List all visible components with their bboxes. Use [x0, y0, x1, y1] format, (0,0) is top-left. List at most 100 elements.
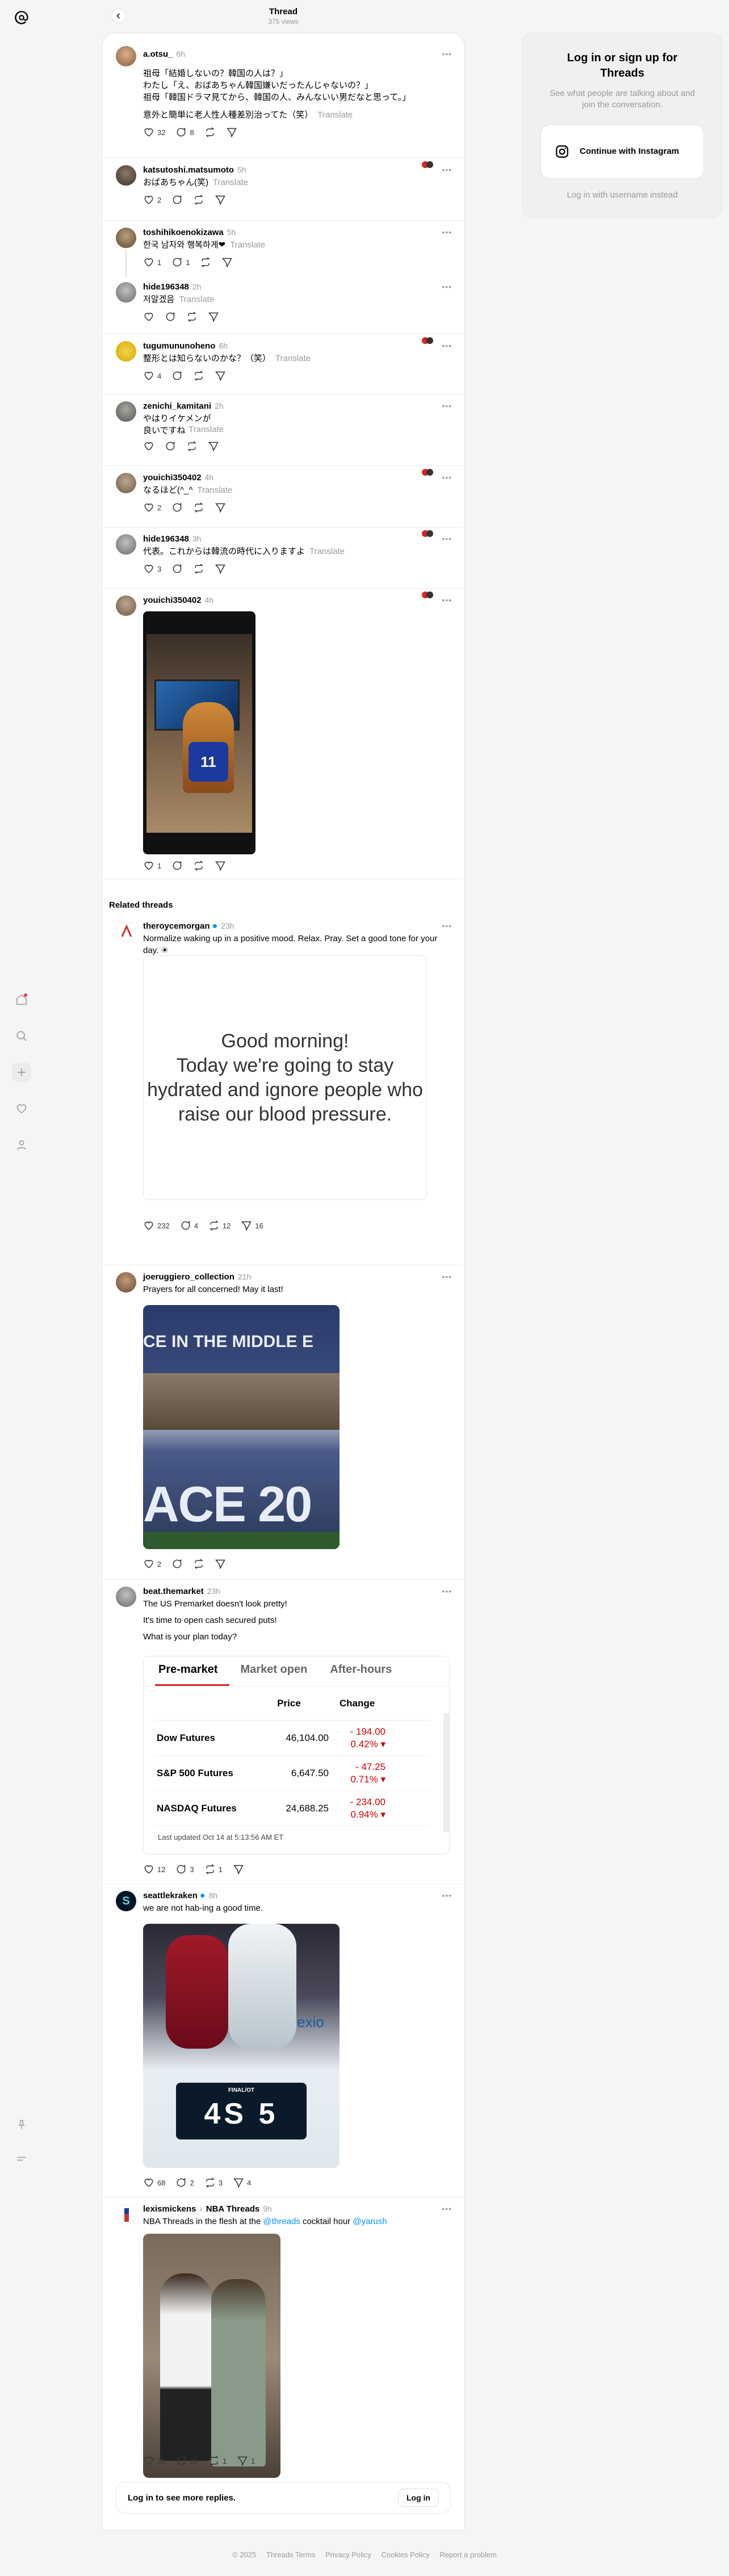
- reply-button[interactable]: 4: [180, 1220, 198, 1231]
- more-options-icon[interactable]: •••: [442, 2204, 452, 2213]
- share-button[interactable]: [215, 860, 226, 871]
- avatar[interactable]: [116, 1587, 136, 1607]
- like-button[interactable]: 4: [143, 370, 161, 381]
- share-button[interactable]: 1: [237, 2455, 255, 2466]
- translate-link[interactable]: Translate: [317, 110, 353, 120]
- username[interactable]: a.otsu_: [143, 49, 173, 59]
- repost-button[interactable]: 12: [208, 1220, 231, 1231]
- share-button[interactable]: [215, 502, 226, 513]
- video-thumbnail[interactable]: 11: [143, 611, 255, 854]
- privacy-link[interactable]: Privacy Policy: [325, 2550, 371, 2559]
- repost-button[interactable]: [186, 311, 198, 322]
- threads-logo-icon[interactable]: [12, 8, 31, 27]
- avatar[interactable]: [116, 165, 136, 186]
- username[interactable]: hide196348: [143, 282, 189, 292]
- share-button[interactable]: [208, 311, 219, 322]
- username[interactable]: joeruggiero_collection: [143, 1272, 234, 1282]
- like-button[interactable]: [143, 311, 154, 322]
- avatar[interactable]: [116, 401, 136, 422]
- avatar[interactable]: [116, 534, 136, 555]
- reply-button[interactable]: [171, 1558, 183, 1570]
- like-button[interactable]: 12: [143, 1864, 165, 1875]
- like-button[interactable]: 36: [143, 2455, 165, 2466]
- reply-button[interactable]: 2: [175, 2177, 194, 2188]
- avatar[interactable]: [116, 228, 136, 248]
- like-button[interactable]: 68: [143, 2177, 165, 2188]
- username[interactable]: tugumununoheno: [143, 341, 215, 351]
- login-button[interactable]: Log in: [398, 2489, 439, 2507]
- username[interactable]: hide196348: [143, 534, 189, 544]
- repost-button[interactable]: [193, 370, 204, 381]
- repost-button[interactable]: 3: [204, 2177, 223, 2188]
- more-options-icon[interactable]: •••: [442, 595, 452, 605]
- post-image[interactable]: Good morning! Today we're going to stay …: [143, 955, 427, 1200]
- share-button[interactable]: [215, 370, 226, 381]
- kraken-logo-icon[interactable]: S: [116, 1891, 136, 1911]
- avatar[interactable]: [116, 595, 136, 616]
- share-button[interactable]: [233, 1864, 244, 1875]
- reply-button[interactable]: [171, 194, 183, 205]
- translate-link[interactable]: Translate: [309, 547, 345, 556]
- more-options-icon[interactable]: •••: [442, 921, 452, 930]
- username[interactable]: beat.themarket: [143, 1587, 204, 1596]
- repost-button[interactable]: [193, 563, 204, 574]
- activity-heart-icon[interactable]: [12, 1099, 31, 1118]
- share-button[interactable]: [226, 127, 237, 138]
- share-button[interactable]: [215, 563, 226, 574]
- translate-link[interactable]: Translate: [179, 295, 214, 304]
- reply-button[interactable]: 1: [171, 257, 190, 268]
- username[interactable]: zenichi_kamitani: [143, 401, 211, 411]
- like-button[interactable]: 2: [143, 502, 161, 513]
- share-button[interactable]: [215, 1558, 226, 1570]
- mention-link[interactable]: @yarush: [353, 2217, 387, 2226]
- repost-button[interactable]: [204, 127, 216, 138]
- post-image[interactable]: se connexio FINAL/OT 4S 5: [143, 1924, 340, 2168]
- reply-button[interactable]: 20: [175, 2455, 198, 2466]
- reply-button[interactable]: 3: [175, 1864, 194, 1875]
- report-problem-link[interactable]: Report a problem: [439, 2550, 496, 2559]
- post-image[interactable]: CE IN THE MIDDLE E ACE 20: [143, 1305, 340, 1549]
- translate-link[interactable]: Translate: [230, 240, 265, 250]
- more-options-icon[interactable]: •••: [442, 228, 452, 237]
- more-options-icon[interactable]: •••: [442, 1587, 452, 1596]
- menu-icon[interactable]: [12, 2149, 31, 2168]
- avatar[interactable]: [116, 46, 136, 66]
- username[interactable]: katsutoshi.matsumoto: [143, 165, 234, 175]
- share-button[interactable]: 4: [233, 2177, 251, 2188]
- username-login-link[interactable]: Log in with username instead: [523, 190, 722, 200]
- share-button[interactable]: [221, 257, 233, 268]
- username[interactable]: theroycemorgan: [143, 921, 210, 931]
- reply-button[interactable]: [171, 860, 183, 871]
- share-button[interactable]: 16: [241, 1220, 263, 1231]
- translate-link[interactable]: Translate: [213, 178, 248, 187]
- post-image[interactable]: [143, 2234, 280, 2478]
- like-button[interactable]: 2: [143, 194, 161, 205]
- avatar[interactable]: [116, 341, 136, 362]
- avatar[interactable]: [116, 921, 136, 942]
- pin-icon[interactable]: [12, 2115, 31, 2134]
- translate-link[interactable]: Translate: [275, 354, 311, 363]
- search-icon[interactable]: [12, 1026, 31, 1046]
- avatar[interactable]: [116, 1272, 136, 1293]
- reply-button[interactable]: [165, 311, 176, 322]
- avatar[interactable]: [116, 473, 136, 493]
- translate-link[interactable]: Translate: [188, 425, 224, 434]
- repost-button[interactable]: [200, 257, 211, 268]
- profile-icon[interactable]: [12, 1135, 31, 1155]
- terms-link[interactable]: Threads Terms: [266, 2550, 315, 2559]
- like-button[interactable]: [143, 440, 154, 452]
- reply-button[interactable]: [171, 563, 183, 574]
- username[interactable]: lexismickens: [143, 2204, 196, 2214]
- like-button[interactable]: 232: [143, 1220, 170, 1231]
- reply-button[interactable]: [171, 370, 183, 381]
- more-options-icon[interactable]: •••: [442, 534, 452, 543]
- mention-link[interactable]: @threads: [263, 2217, 300, 2226]
- like-button[interactable]: 3: [143, 563, 161, 574]
- back-button[interactable]: [111, 9, 126, 23]
- market-table-image[interactable]: Pre-market Market open After-hours Price…: [143, 1656, 450, 1855]
- reply-button[interactable]: [171, 502, 183, 513]
- more-options-icon[interactable]: •••: [442, 341, 452, 350]
- reply-button[interactable]: 8: [175, 127, 194, 138]
- username[interactable]: youichi350402: [143, 473, 202, 483]
- repost-button[interactable]: 1: [204, 1864, 223, 1875]
